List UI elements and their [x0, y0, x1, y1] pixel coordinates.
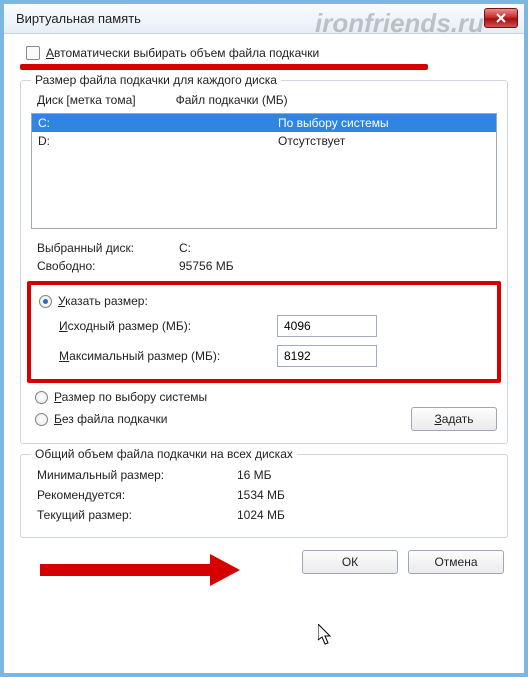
custom-size-radio[interactable] [39, 295, 52, 308]
system-size-label: Размер по выбору системы [54, 390, 207, 404]
drive-cell: C: [38, 116, 278, 130]
drive-list[interactable]: C: По выбору системы D: Отсутствует [31, 113, 497, 229]
initial-size-label: Исходный размер (МБ): [59, 319, 269, 333]
cur-label: Текущий размер: [37, 508, 237, 522]
highlight-box: Указать размер: Исходный размер (МБ): Ма… [27, 281, 501, 383]
auto-manage-checkbox[interactable] [26, 46, 40, 60]
window-title: Виртуальная память [16, 11, 141, 26]
no-pagefile-row: Без файла подкачки [31, 409, 411, 429]
ok-button[interactable]: ОК [302, 550, 398, 574]
system-size-row: Размер по выбору системы [31, 387, 497, 407]
list-item[interactable]: C: По выбору системы [32, 114, 496, 132]
free-space-value: 95756 МБ [179, 259, 234, 273]
highlight-arrow [40, 554, 240, 586]
cur-value: 1024 МБ [237, 508, 285, 522]
no-pagefile-label: Без файла подкачки [54, 412, 167, 426]
selected-drive-label: Выбранный диск: [37, 241, 169, 255]
rec-label: Рекомендуется: [37, 488, 237, 502]
initial-size-row: Исходный размер (МБ): [39, 311, 489, 341]
auto-manage-row: Автоматически выбирать объем файла подка… [20, 44, 508, 64]
pagefile-cell: По выбору системы [278, 116, 490, 130]
cancel-button[interactable]: Отмена [408, 550, 504, 574]
min-value: 16 МБ [237, 468, 272, 482]
rec-row: Рекомендуется: 1534 МБ [31, 485, 497, 505]
max-size-label: Максимальный размер (МБ): [59, 349, 269, 363]
max-size-input[interactable] [277, 345, 377, 367]
free-space-label: Свободно: [37, 259, 169, 273]
pagefile-cell: Отсутствует [278, 134, 490, 148]
list-item[interactable]: D: Отсутствует [32, 132, 496, 150]
dialog-footer: ОК Отмена [20, 550, 508, 574]
close-button[interactable] [484, 8, 518, 28]
cur-row: Текущий размер: 1024 МБ [31, 505, 497, 525]
virtual-memory-dialog: ironfriends.ru Виртуальная память Автома… [0, 0, 528, 677]
per-drive-group-title: Размер файла подкачки для каждого диска [31, 73, 281, 87]
totals-group: Общий объем файла подкачки на всех диска… [20, 454, 508, 538]
system-size-radio[interactable] [35, 391, 48, 404]
selected-drive-value: C: [179, 241, 191, 255]
rec-value: 1534 МБ [237, 488, 285, 502]
dialog-body: Автоматически выбирать объем файла подка… [4, 34, 524, 590]
min-label: Минимальный размер: [37, 468, 237, 482]
max-size-row: Максимальный размер (МБ): [39, 341, 489, 371]
custom-size-label: Указать размер: [58, 294, 148, 308]
free-space-row: Свободно: 95756 МБ [31, 257, 497, 275]
highlight-underline [20, 64, 508, 70]
per-drive-group: Размер файла подкачки для каждого диска … [20, 80, 508, 444]
title-bar: Виртуальная память [4, 4, 524, 34]
custom-size-row: Указать размер: [39, 291, 489, 311]
auto-manage-label: Автоматически выбирать объем файла подка… [46, 46, 319, 60]
set-button[interactable]: Задать [411, 407, 497, 431]
list-headers: Диск [метка тома] Файл подкачки (МБ) [31, 91, 497, 111]
min-row: Минимальный размер: 16 МБ [31, 465, 497, 485]
col-pagefile: Файл подкачки (МБ) [176, 93, 288, 107]
initial-size-input[interactable] [277, 315, 377, 337]
drive-cell: D: [38, 134, 278, 148]
selected-drive-row: Выбранный диск: C: [31, 239, 497, 257]
totals-group-title: Общий объем файла подкачки на всех диска… [31, 447, 297, 461]
close-icon [496, 13, 506, 23]
col-drive: Диск [метка тома] [37, 93, 136, 107]
no-pagefile-radio[interactable] [35, 413, 48, 426]
